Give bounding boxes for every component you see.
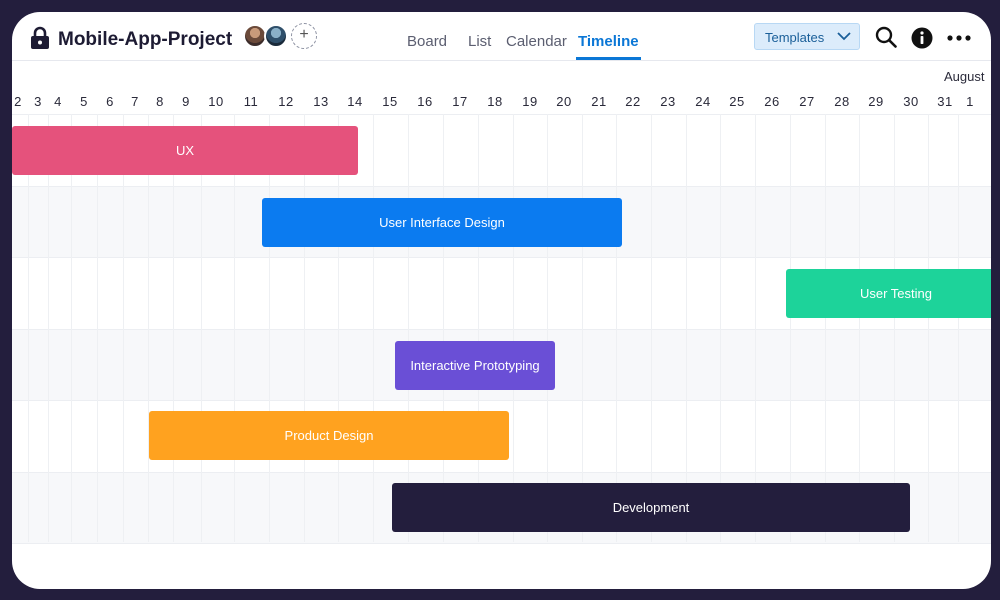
grid-line [825, 114, 826, 542]
grid-line [928, 114, 929, 542]
task-bar-ux[interactable]: UX [12, 126, 358, 175]
grid-line [123, 114, 124, 542]
grid-line [616, 114, 617, 542]
lock-icon [31, 26, 49, 49]
grid-line [269, 114, 270, 542]
day-label: 28 [834, 94, 850, 109]
day-label: 30 [903, 94, 919, 109]
grid-line [478, 114, 479, 542]
day-label: 11 [243, 94, 259, 109]
day-label: 14 [347, 94, 363, 109]
grid-line [48, 114, 49, 542]
grid-line [894, 114, 895, 542]
grid-line [651, 114, 652, 542]
day-label: 27 [799, 94, 815, 109]
templates-dropdown[interactable]: Templates [754, 23, 860, 50]
app-window: Mobile-App-Project + Board List Calendar… [12, 12, 991, 589]
day-label: 10 [208, 94, 224, 109]
day-label: 22 [625, 94, 641, 109]
day-label: 25 [729, 94, 745, 109]
tab-timeline[interactable]: Timeline [578, 33, 639, 50]
grid-line [859, 114, 860, 542]
task-bar-interactive-prototyping[interactable]: Interactive Prototyping [395, 341, 555, 390]
day-label: 9 [182, 94, 190, 109]
grid-line [28, 114, 29, 542]
tab-board[interactable]: Board [407, 33, 447, 50]
day-label: 20 [556, 94, 572, 109]
active-tab-indicator [576, 57, 641, 60]
day-label: 26 [764, 94, 780, 109]
grid-line [234, 114, 235, 542]
day-label: 12 [278, 94, 294, 109]
day-label: 24 [695, 94, 711, 109]
templates-label: Templates [765, 30, 825, 45]
month-label: August [944, 69, 985, 84]
grid-line [71, 114, 72, 542]
project-title: Mobile-App-Project [58, 29, 233, 50]
grid-line [97, 114, 98, 542]
grid-line [755, 114, 756, 542]
more-options-icon[interactable] [947, 35, 971, 41]
day-label: 19 [522, 94, 538, 109]
day-label: 1 [966, 94, 974, 109]
grid-line [408, 114, 409, 542]
day-label: 17 [452, 94, 468, 109]
task-bar-product-design[interactable]: Product Design [149, 411, 509, 460]
grid-line [443, 114, 444, 542]
day-label: 13 [313, 94, 329, 109]
day-label: 21 [591, 94, 607, 109]
grid-line [720, 114, 721, 542]
task-bar-development[interactable]: Development [392, 483, 910, 532]
tab-list[interactable]: List [468, 33, 491, 50]
day-label: 23 [660, 94, 676, 109]
header-bar: Mobile-App-Project + Board List Calendar… [12, 12, 991, 61]
grid-line [513, 114, 514, 542]
day-label: 18 [487, 94, 503, 109]
grid-line [547, 114, 548, 542]
grid-line [686, 114, 687, 542]
day-label: 15 [382, 94, 398, 109]
grid-line [173, 114, 174, 542]
chevron-down-icon [837, 32, 851, 41]
timeline-grid: UX User Interface Design User Testing In… [12, 114, 991, 552]
tab-calendar[interactable]: Calendar [506, 33, 567, 50]
grid-line [201, 114, 202, 542]
grid-line [790, 114, 791, 542]
task-bar-user-interface-design[interactable]: User Interface Design [262, 198, 622, 247]
search-icon[interactable] [875, 26, 897, 48]
add-member-button[interactable]: + [291, 23, 317, 49]
info-icon[interactable] [911, 27, 933, 49]
day-label: 29 [868, 94, 884, 109]
grid-line [958, 114, 959, 542]
member-avatar[interactable] [264, 24, 288, 48]
grid-line [373, 114, 374, 542]
day-label: 16 [417, 94, 433, 109]
grid-line [148, 114, 149, 542]
grid-line [338, 114, 339, 542]
grid-line [304, 114, 305, 542]
grid-line [582, 114, 583, 542]
task-bar-user-testing[interactable]: User Testing [786, 269, 991, 318]
